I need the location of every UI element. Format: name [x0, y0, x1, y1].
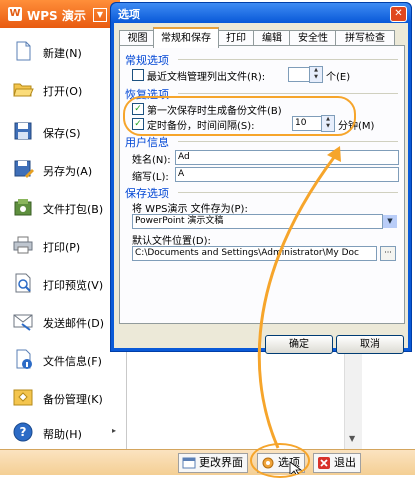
- tab-edit[interactable]: 编辑: [253, 30, 291, 46]
- app-menu-button[interactable]: W WPS 演示 ▼: [0, 0, 120, 28]
- menu-item-label: 帮助(H): [43, 428, 82, 441]
- change-ui-icon: [182, 457, 196, 469]
- section-divider: [178, 59, 398, 60]
- mail-icon: [13, 314, 33, 331]
- app-title: WPS 演示: [27, 9, 86, 23]
- save-format-select[interactable]: PowerPoint 演示文稿: [132, 214, 383, 229]
- help-icon: ?: [13, 422, 33, 442]
- recent-files-count-field[interactable]: [288, 67, 310, 82]
- recent-files-unit: 个(E): [326, 72, 351, 83]
- file-info-icon: [16, 349, 32, 369]
- user-section-heading: 用户信息: [125, 136, 169, 149]
- menu-item-save[interactable]: 保存(S): [0, 112, 126, 148]
- recent-files-stepper[interactable]: ▲ ▼: [309, 66, 323, 83]
- menu-item-open[interactable]: 打开(O): [0, 70, 126, 106]
- exit-icon: [318, 457, 330, 469]
- tab-general-save[interactable]: 常规和保存: [153, 27, 219, 48]
- change-ui-label: 更改界面: [199, 456, 243, 469]
- recovery-options-highlight: [123, 96, 356, 136]
- default-location-label: 默认文件位置(D):: [132, 236, 211, 247]
- menu-bottom-bar: 更改界面 选项 退出: [0, 449, 415, 475]
- menu-item-label: 备份管理(K): [43, 393, 103, 406]
- options-dialog: 选项 ✕ 视图 常规和保存 打印 编辑 安全性 拼写检查 常规选项 最近文档管理…: [110, 2, 412, 354]
- tab-security[interactable]: 安全性: [289, 30, 337, 46]
- menu-item-label: 打印(P): [43, 241, 81, 254]
- floppy-disk-icon: [14, 122, 32, 140]
- backup-icon: [13, 389, 33, 406]
- chevron-down-icon[interactable]: ▼: [382, 215, 397, 228]
- ok-button[interactable]: 确定: [265, 335, 333, 354]
- options-button-highlight: [250, 443, 310, 478]
- save-section-heading: 保存选项: [125, 187, 169, 200]
- change-ui-button[interactable]: 更改界面: [178, 453, 248, 473]
- menu-item-help[interactable]: ? 帮助(H) ▸: [0, 413, 126, 449]
- default-location-field[interactable]: C:\Documents and Settings\Administrator\…: [132, 246, 377, 261]
- menu-item-save-as[interactable]: 另存为(A): [0, 150, 126, 186]
- wps-logo-icon: W: [8, 7, 22, 21]
- menu-item-label: 打印预览(V): [43, 279, 104, 292]
- file-menu: 新建(N) 打开(O) 保存(S) 另存为(A) 文件打包(B) 打印(P) 打…: [0, 28, 127, 449]
- dialog-title-bar[interactable]: 选项 ✕: [111, 3, 411, 23]
- general-save-panel: 常规选项 最近文档管理列出文件(R): ▲ ▼ 个(E) 恢复选项 ✓ 第一次保存…: [119, 45, 405, 324]
- general-section-heading: 常规选项: [125, 54, 169, 67]
- chevron-right-icon: ▸: [112, 426, 117, 435]
- menu-item-label: 新建(N): [43, 47, 82, 60]
- menu-item-file-info[interactable]: 文件信息(F): [0, 340, 126, 376]
- menu-item-new[interactable]: 新建(N): [0, 32, 126, 68]
- user-name-label: 姓名(N):: [132, 155, 171, 166]
- exit-button[interactable]: 退出: [313, 453, 361, 473]
- menu-item-label: 文件打包(B): [43, 203, 104, 216]
- package-icon: [14, 199, 32, 216]
- section-divider: [178, 192, 398, 193]
- close-icon[interactable]: ✕: [390, 6, 407, 22]
- user-initials-field[interactable]: A: [175, 167, 399, 182]
- menu-item-label: 文件信息(F): [43, 355, 102, 368]
- chevron-down-icon: ▼: [93, 8, 107, 22]
- section-divider: [178, 141, 398, 142]
- section-divider: [178, 93, 398, 94]
- user-initials-label: 缩写(L):: [132, 172, 169, 183]
- svg-text:?: ?: [20, 425, 27, 439]
- tab-print[interactable]: 打印: [217, 30, 255, 46]
- browse-button[interactable]: ···: [380, 246, 396, 261]
- new-document-icon: [16, 41, 31, 61]
- tab-view[interactable]: 视图: [119, 30, 156, 46]
- menu-item-send-mail[interactable]: 发送邮件(D): [0, 302, 126, 338]
- recent-files-label: 最近文档管理列出文件(R):: [147, 72, 266, 83]
- recent-files-checkbox[interactable]: [132, 69, 144, 81]
- menu-item-print[interactable]: 打印(P): [0, 226, 126, 262]
- dialog-title: 选项: [118, 8, 140, 21]
- scroll-down-icon[interactable]: ▼: [349, 434, 355, 443]
- menu-item-print-preview[interactable]: 打印预览(V): [0, 264, 126, 300]
- save-as-icon: [14, 160, 34, 178]
- save-format-label: 将 WPS演示 文件存为(P):: [132, 204, 248, 215]
- user-name-field[interactable]: Ad: [175, 150, 399, 165]
- menu-item-package[interactable]: 文件打包(B): [0, 188, 126, 224]
- exit-label: 退出: [334, 456, 356, 469]
- dialog-body: 视图 常规和保存 打印 编辑 安全性 拼写检查 常规选项 最近文档管理列出文件(…: [114, 23, 408, 354]
- menu-item-label: 保存(S): [43, 127, 81, 140]
- printer-icon: [13, 236, 33, 254]
- folder-open-icon: [13, 83, 34, 97]
- print-preview-icon: [15, 273, 31, 293]
- cancel-button[interactable]: 取消: [336, 335, 404, 354]
- menu-item-label: 另存为(A): [43, 165, 93, 178]
- menu-item-label: 打开(O): [43, 85, 83, 98]
- tab-spell-check[interactable]: 拼写检查: [335, 30, 395, 46]
- menu-item-backup[interactable]: 备份管理(K): [0, 378, 126, 414]
- menu-item-label: 发送邮件(D): [43, 317, 105, 330]
